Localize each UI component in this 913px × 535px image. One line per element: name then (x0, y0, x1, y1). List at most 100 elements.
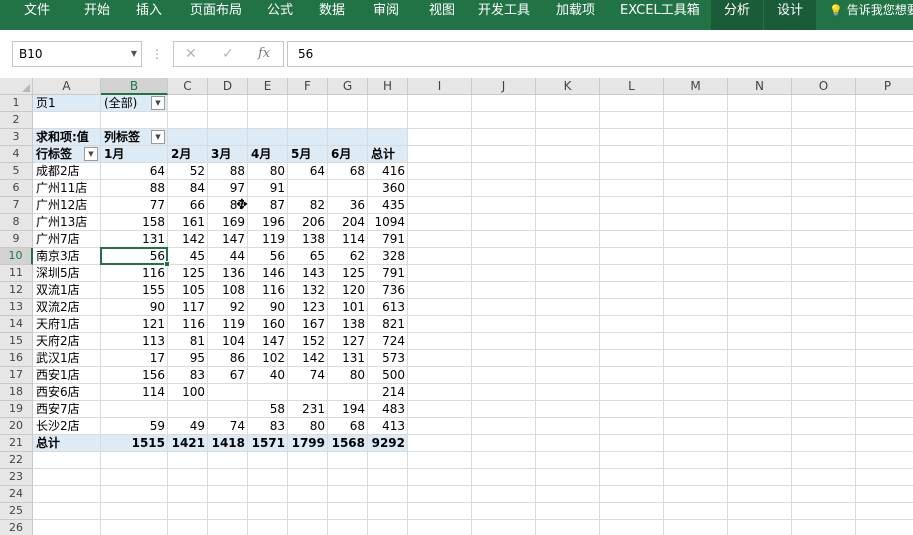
row-total[interactable]: 500 (368, 367, 408, 384)
value-cell[interactable]: 123 (288, 299, 328, 316)
value-cell[interactable]: 131 (101, 231, 168, 248)
row-total[interactable]: 483 (368, 401, 408, 418)
row-header-15[interactable]: 15 (0, 333, 33, 350)
grand-total-value[interactable]: 1421 (168, 435, 208, 452)
value-cell[interactable]: 58 (248, 401, 288, 418)
value-cell[interactable]: 77 (101, 197, 168, 214)
column-header-I[interactable]: I (408, 78, 472, 95)
ribbon-tab[interactable]: 设计 (764, 0, 817, 30)
row-header-19[interactable]: 19 (0, 401, 33, 418)
store-name[interactable]: 武汉1店 (33, 350, 101, 367)
value-cell[interactable]: 64 (288, 163, 328, 180)
value-cell[interactable]: 59 (101, 418, 168, 435)
value-cell[interactable] (208, 384, 248, 401)
value-cell[interactable]: 45 (168, 248, 208, 265)
month-header[interactable]: 4月 (248, 146, 288, 163)
ribbon-tab[interactable]: 开始 (84, 0, 110, 30)
value-cell[interactable]: 132 (288, 282, 328, 299)
value-cell[interactable]: 120 (328, 282, 368, 299)
page-field-label[interactable]: 页1 (33, 95, 101, 112)
value-cell[interactable]: 119 (208, 316, 248, 333)
row-header-12[interactable]: 12 (0, 282, 33, 299)
value-cell[interactable]: 80 (328, 367, 368, 384)
row-total[interactable]: 724 (368, 333, 408, 350)
value-cell[interactable]: 87 (248, 197, 288, 214)
month-header[interactable]: 6月 (328, 146, 368, 163)
value-cell[interactable]: 142 (168, 231, 208, 248)
value-cell[interactable]: 116 (168, 316, 208, 333)
value-cell[interactable]: 68 (328, 163, 368, 180)
value-cell[interactable]: 206 (288, 214, 328, 231)
store-name[interactable]: 双流2店 (33, 299, 101, 316)
store-name[interactable]: 成都2店 (33, 163, 101, 180)
store-name[interactable]: 长沙2店 (33, 418, 101, 435)
row-header-10[interactable]: 10 (0, 248, 33, 265)
row-header-26[interactable]: 26 (0, 520, 33, 535)
value-cell[interactable]: 138 (328, 316, 368, 333)
value-cell[interactable] (168, 401, 208, 418)
ribbon-tab[interactable]: 公式 (267, 0, 293, 30)
value-cell[interactable]: 66 (168, 197, 208, 214)
value-cell[interactable]: 68 (328, 418, 368, 435)
value-cell[interactable]: 84 (168, 180, 208, 197)
store-name[interactable]: 西安1店 (33, 367, 101, 384)
value-cell[interactable]: 169 (208, 214, 248, 231)
column-filter-dropdown-icon[interactable]: ▼ (151, 130, 165, 144)
value-cell[interactable]: 143 (288, 265, 328, 282)
value-cell[interactable]: 167 (288, 316, 328, 333)
row-header-11[interactable]: 11 (0, 265, 33, 282)
value-cell[interactable]: 125 (168, 265, 208, 282)
grand-total-value[interactable]: 1571 (248, 435, 288, 452)
enter-icon[interactable]: ✓ (222, 42, 234, 66)
value-cell[interactable]: 80 (248, 163, 288, 180)
row-total[interactable]: 360 (368, 180, 408, 197)
row-total[interactable]: 736 (368, 282, 408, 299)
value-cell[interactable] (328, 180, 368, 197)
value-cell[interactable]: 67 (208, 367, 248, 384)
value-cell[interactable]: 88 (208, 163, 248, 180)
ribbon-tab[interactable]: 数据 (319, 0, 345, 30)
value-cell[interactable]: 40 (248, 367, 288, 384)
value-cell[interactable]: 117 (168, 299, 208, 316)
row-header-2[interactable]: 2 (0, 112, 33, 129)
month-header[interactable]: 1月 (101, 146, 168, 163)
value-cell[interactable]: 62 (328, 248, 368, 265)
value-cell[interactable]: 74 (288, 367, 328, 384)
value-cell[interactable]: 196 (248, 214, 288, 231)
row-header-22[interactable]: 22 (0, 452, 33, 469)
row-header-21[interactable]: 21 (0, 435, 33, 452)
row-total[interactable]: 791 (368, 231, 408, 248)
row-header-3[interactable]: 3 (0, 129, 33, 146)
row-header-17[interactable]: 17 (0, 367, 33, 384)
row-header-8[interactable]: 8 (0, 214, 33, 231)
row-header-24[interactable]: 24 (0, 486, 33, 503)
value-cell[interactable]: 127 (328, 333, 368, 350)
row-header-9[interactable]: 9 (0, 231, 33, 248)
row-total[interactable]: 413 (368, 418, 408, 435)
value-cell[interactable]: 155 (101, 282, 168, 299)
row-header-5[interactable]: 5 (0, 163, 33, 180)
value-cell[interactable] (288, 384, 328, 401)
month-header[interactable]: 3月 (208, 146, 248, 163)
value-cell[interactable]: 194 (328, 401, 368, 418)
value-cell[interactable]: 64 (101, 163, 168, 180)
month-header[interactable]: 5月 (288, 146, 328, 163)
value-cell[interactable]: 91 (248, 180, 288, 197)
grand-total-value[interactable]: 1418 (208, 435, 248, 452)
value-cell[interactable]: 36 (328, 197, 368, 214)
row-header-6[interactable]: 6 (0, 180, 33, 197)
fill-handle[interactable] (164, 261, 170, 267)
column-header-H[interactable]: H (368, 78, 408, 95)
value-cell[interactable]: 116 (248, 282, 288, 299)
value-cell[interactable]: 49 (168, 418, 208, 435)
chevron-down-icon[interactable]: ▼ (131, 42, 137, 66)
value-cell[interactable]: 90 (248, 299, 288, 316)
name-box[interactable]: B10 ▼ (12, 41, 142, 67)
row-header-1[interactable]: 1 (0, 95, 33, 112)
row-header-7[interactable]: 7 (0, 197, 33, 214)
row-total[interactable]: 416 (368, 163, 408, 180)
grand-total-label[interactable]: 总计 (33, 435, 101, 452)
value-cell[interactable] (328, 384, 368, 401)
row-total[interactable]: 613 (368, 299, 408, 316)
row-header-25[interactable]: 25 (0, 503, 33, 520)
